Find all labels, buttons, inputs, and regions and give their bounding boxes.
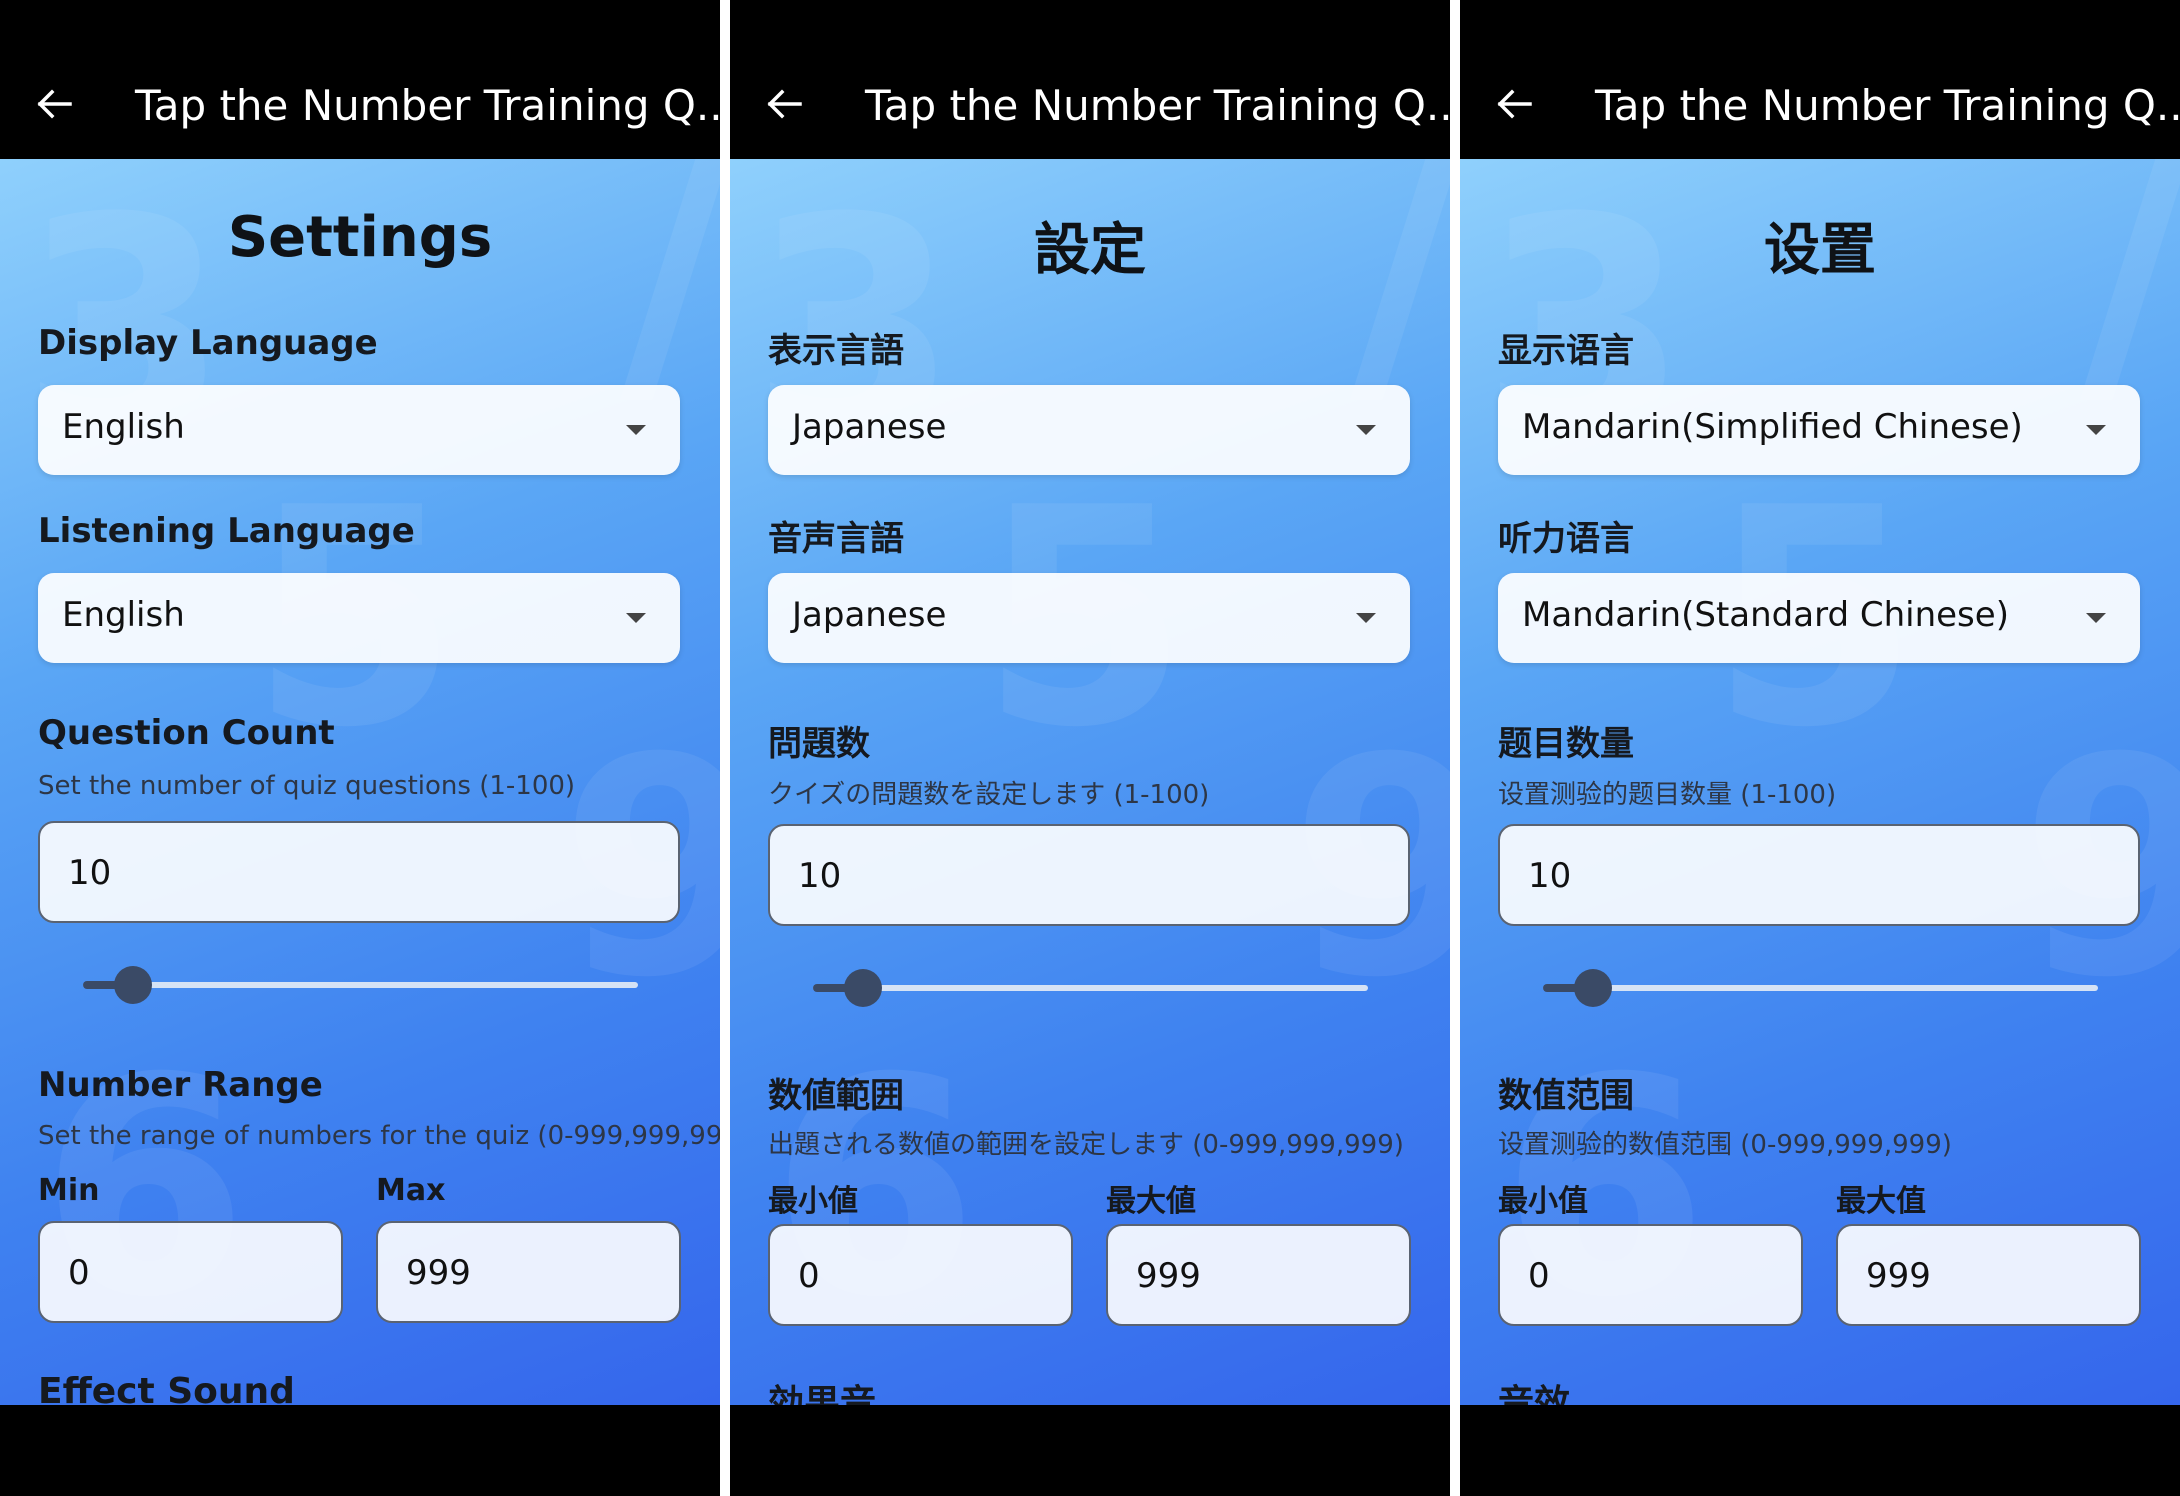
max-value: 999 <box>406 1253 471 1293</box>
page-title: 設定 <box>1034 218 1146 283</box>
min-value: 0 <box>798 1256 820 1296</box>
settings-content[interactable]: 3 5 9 6 / Settings Display Language Engl… <box>0 159 720 1405</box>
screenshot-collage: Tap the Number Training Q... 3 5 9 6 / S… <box>0 0 2180 1496</box>
settings-screen-chinese: Tap the Number Training Q... 3 5 9 6 / 设… <box>1460 0 2180 1496</box>
slider-thumb[interactable] <box>1574 969 1612 1007</box>
question-count-label: Question Count <box>38 713 335 753</box>
display-language-dropdown[interactable]: Japanese <box>768 385 1410 475</box>
display-language-label: Display Language <box>38 323 378 363</box>
question-count-value: 10 <box>68 853 112 893</box>
page-title: 设置 <box>1764 218 1876 283</box>
listening-language-label: Listening Language <box>38 511 415 551</box>
system-nav-bar <box>0 1405 720 1496</box>
listening-language-dropdown[interactable]: Japanese <box>768 573 1410 663</box>
effect-sound-label: 効果音 <box>768 1383 877 1405</box>
background-digit-decoration: / <box>620 159 720 443</box>
max-value-input[interactable]: 999 <box>1836 1224 2141 1326</box>
min-label: 最小值 <box>1498 1184 1588 1219</box>
effect-sound-label: Effect Sound <box>38 1371 295 1405</box>
effect-sound-label: 音效 <box>1498 1383 1571 1405</box>
app-bar: Tap the Number Training Q... <box>1460 0 2180 159</box>
slider-thumb[interactable] <box>114 966 152 1004</box>
min-label: 最小値 <box>768 1184 858 1219</box>
question-count-slider[interactable] <box>813 969 1368 1007</box>
app-title: Tap the Number Training Q... <box>1595 81 2180 130</box>
chevron-down-icon <box>626 425 646 435</box>
min-label: Min <box>38 1173 100 1208</box>
settings-screen-japanese: Tap the Number Training Q... 3 5 9 6 / 設… <box>730 0 1450 1496</box>
max-value: 999 <box>1866 1256 1931 1296</box>
app-title: Tap the Number Training Q... <box>135 81 720 130</box>
listening-language-value: English <box>62 595 185 635</box>
display-language-dropdown[interactable]: Mandarin(Simplified Chinese) <box>1498 385 2140 475</box>
listening-language-value: Mandarin(Standard Chinese) <box>1522 595 2009 635</box>
question-count-value: 10 <box>1528 856 1572 896</box>
question-count-slider[interactable] <box>83 966 638 1004</box>
max-label: 最大值 <box>1836 1184 1926 1219</box>
app-bar: Tap the Number Training Q... <box>0 0 720 159</box>
display-language-label: 显示语言 <box>1498 331 1634 371</box>
min-value: 0 <box>68 1253 90 1293</box>
display-language-label: 表示言語 <box>768 331 904 371</box>
display-language-dropdown[interactable]: English <box>38 385 680 475</box>
max-value-input[interactable]: 999 <box>1106 1224 1411 1326</box>
min-value-input[interactable]: 0 <box>38 1221 343 1323</box>
number-range-label: Number Range <box>38 1065 323 1105</box>
max-value-input[interactable]: 999 <box>376 1221 681 1323</box>
background-digit-decoration: / <box>1350 159 1450 443</box>
listening-language-dropdown[interactable]: English <box>38 573 680 663</box>
number-range-description: Set the range of numbers for the quiz (0… <box>38 1121 720 1151</box>
listening-language-dropdown[interactable]: Mandarin(Standard Chinese) <box>1498 573 2140 663</box>
arrow-left-icon[interactable] <box>1494 84 1534 124</box>
question-count-description: Set the number of quiz questions (1-100) <box>38 771 576 801</box>
display-language-value: English <box>62 407 185 447</box>
min-value-input[interactable]: 0 <box>1498 1224 1803 1326</box>
display-language-value: Japanese <box>792 407 947 447</box>
page-title: Settings <box>227 205 493 270</box>
chevron-down-icon <box>626 613 646 623</box>
slider-thumb[interactable] <box>844 969 882 1007</box>
question-count-description: 设置测验的题目数量 (1-100) <box>1498 780 1837 810</box>
app-bar: Tap the Number Training Q... <box>730 0 1450 159</box>
question-count-slider[interactable] <box>1543 969 2098 1007</box>
listening-language-label: 音声言語 <box>768 519 904 559</box>
number-range-label: 数値範囲 <box>768 1076 904 1116</box>
settings-content[interactable]: 3 5 9 6 / 設定 表示言語 Japanese 音声言語 Japanese… <box>730 159 1450 1405</box>
background-digit-decoration: / <box>2080 159 2180 443</box>
question-count-input[interactable]: 10 <box>38 821 680 923</box>
max-label: 最大値 <box>1106 1184 1196 1219</box>
max-label: Max <box>376 1173 446 1208</box>
number-range-description: 设置测验的数值范围 (0-999,999,999) <box>1498 1130 1952 1160</box>
system-nav-bar <box>730 1405 1450 1496</box>
chevron-down-icon <box>1356 613 1376 623</box>
app-title: Tap the Number Training Q... <box>865 81 1450 130</box>
display-language-value: Mandarin(Simplified Chinese) <box>1522 407 2023 447</box>
question-count-label: 题目数量 <box>1498 724 1634 764</box>
arrow-left-icon[interactable] <box>34 84 74 124</box>
number-range-label: 数值范围 <box>1498 1076 1634 1116</box>
chevron-down-icon <box>2086 613 2106 623</box>
min-value-input[interactable]: 0 <box>768 1224 1073 1326</box>
system-nav-bar <box>1460 1405 2180 1496</box>
question-count-input[interactable]: 10 <box>768 824 1410 926</box>
number-range-description: 出題される数値の範囲を設定します (0-999,999,999) <box>768 1130 1404 1160</box>
question-count-description: クイズの問題数を設定します (1-100) <box>768 780 1210 810</box>
chevron-down-icon <box>2086 425 2106 435</box>
settings-content[interactable]: 3 5 9 6 / 设置 显示语言 Mandarin(Simplified Ch… <box>1460 159 2180 1405</box>
listening-language-label: 听力语言 <box>1498 519 1634 559</box>
question-count-label: 問題数 <box>768 724 870 764</box>
max-value: 999 <box>1136 1256 1201 1296</box>
settings-screen-english: Tap the Number Training Q... 3 5 9 6 / S… <box>0 0 720 1496</box>
listening-language-value: Japanese <box>792 595 947 635</box>
chevron-down-icon <box>1356 425 1376 435</box>
question-count-value: 10 <box>798 856 842 896</box>
question-count-input[interactable]: 10 <box>1498 824 2140 926</box>
min-value: 0 <box>1528 1256 1550 1296</box>
arrow-left-icon[interactable] <box>764 84 804 124</box>
